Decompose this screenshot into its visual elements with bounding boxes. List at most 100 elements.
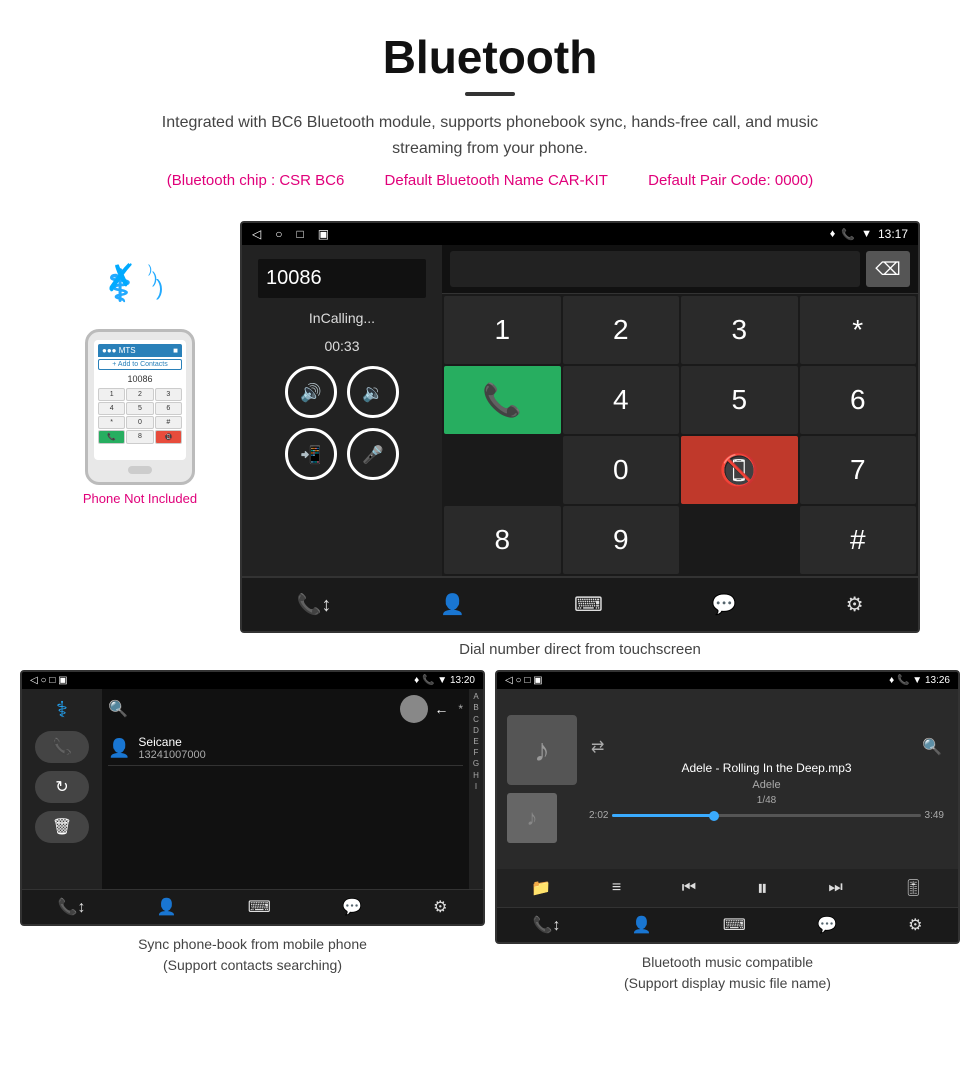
phone-not-included-label: Phone Not Included [83, 491, 197, 506]
music-screen: ◁ ○ □ ▣ ♦ 📞 ▼ 13:26 ♪ ♪ [495, 670, 960, 944]
music-folder-icon[interactable]: 📁 [531, 878, 551, 898]
pb-delete-icon-bg[interactable]: 🗑 [35, 811, 89, 843]
volume-up-button[interactable]: 🔊 [285, 366, 337, 418]
pb-alpha-g[interactable]: G [473, 758, 479, 769]
kp-key-hash[interactable]: # [800, 506, 917, 574]
spec-chip: (Bluetooth chip : CSR BC6 [167, 172, 345, 189]
kp-key-1[interactable]: 1 [444, 296, 561, 364]
music-equalizer-icon[interactable]: 🎚 [903, 878, 923, 898]
music-nav-screen: ▣ [533, 675, 542, 686]
pb-sync-icon-bg[interactable]: ↻ [35, 771, 89, 803]
pb-back-button[interactable]: ← [434, 701, 448, 717]
nav-contacts-button[interactable]: 👤 [428, 586, 477, 623]
pb-main: ⚕ 📞 ↻ 🗑 🔍 ← * 👤 [22, 689, 483, 889]
pb-call-icon-bg[interactable]: 📞 [35, 731, 89, 763]
phone-number: 10086 [98, 372, 182, 386]
pb-alpha-e[interactable]: E [473, 736, 478, 747]
car-status-left: ◁ ○ □ ▣ [252, 227, 329, 241]
pb-location-icon: ♦ 📞 ▼ [414, 675, 450, 686]
music-search-icon[interactable]: 🔍 [922, 737, 942, 757]
pb-alpha-f[interactable]: F [474, 747, 479, 758]
title-divider [465, 92, 515, 96]
pb-nav-home: ○ [40, 675, 46, 686]
clock-display: 13:17 [878, 227, 908, 241]
pb-contact-item[interactable]: 👤 Seicane 13241007000 [108, 731, 463, 766]
pb-alpha-h[interactable]: H [473, 770, 479, 781]
kp-key-5[interactable]: 5 [681, 366, 798, 434]
svg-text:): ) [156, 275, 163, 300]
dial-caption: Dial number direct from touchscreen [240, 641, 920, 658]
music-nav-message-icon[interactable]: 💬 [809, 913, 845, 937]
pb-nav-settings-icon[interactable]: ⚙ [425, 895, 455, 919]
phone-key-8: 8 [126, 430, 153, 444]
header-description: Integrated with BC6 Bluetooth module, su… [140, 110, 840, 161]
phone-screen-top-bar: ●●● MTS ■ [98, 344, 182, 357]
nav-calls-button[interactable]: 📞↕ [284, 586, 343, 623]
pb-alpha-b[interactable]: B [473, 702, 478, 713]
music-next-button[interactable]: ⏭ [828, 879, 842, 897]
music-nav-dialpad-icon[interactable]: ⌨ [715, 913, 754, 937]
pb-alpha-d[interactable]: D [473, 725, 479, 736]
nav-dialpad-button[interactable]: ⌨ [562, 586, 615, 623]
keypad-grid: 1 2 3 * 📞 4 5 6 0 📵 7 [442, 294, 918, 576]
music-note-icon-sm: ♪ [527, 805, 538, 831]
dial-number-display: 10086 [258, 259, 426, 298]
bluetooth-icon-wrap: ✗ ⚕ ) ) ) [100, 251, 180, 321]
music-status-bar: ◁ ○ □ ▣ ♦ 📞 ▼ 13:26 [497, 672, 958, 689]
keypad-display [450, 251, 860, 287]
pb-nav-contacts-icon[interactable]: 👤 [149, 895, 185, 919]
pb-alpha-i[interactable]: I [475, 781, 477, 792]
music-signal-icons: ♦ 📞 ▼ [889, 675, 925, 686]
pb-alpha-c[interactable]: C [473, 714, 479, 725]
phone-key-end: 📵 [155, 430, 182, 444]
music-nav-settings-icon[interactable]: ⚙ [900, 913, 930, 937]
music-bottom-nav: 📞↕ 👤 ⌨ 💬 ⚙ [497, 907, 958, 942]
phone-key-4: 4 [98, 402, 125, 415]
pb-bluetooth-icon: ⚕ [56, 697, 68, 723]
kp-key-8[interactable]: 8 [444, 506, 561, 574]
music-nav-calls-icon[interactable]: 📞↕ [525, 913, 569, 937]
music-artist-name: Adele [585, 779, 948, 791]
kp-key-2[interactable]: 2 [563, 296, 680, 364]
page-header: Bluetooth Integrated with BC6 Bluetooth … [0, 0, 980, 211]
nav-recents-icon: □ [296, 227, 303, 241]
bluetooth-icon: ✗ [105, 256, 137, 301]
kp-key-7[interactable]: 7 [800, 436, 917, 504]
phone-left-panel: ✗ ⚕ ) ) ) ●●● MTS ■ + Add to Contacts 10… [60, 221, 220, 506]
kp-key-6[interactable]: 6 [800, 366, 917, 434]
music-time-current: 2:02 [589, 810, 608, 821]
music-shuffle-icon[interactable]: ⇄ [591, 737, 604, 757]
nav-messages-button[interactable]: 💬 [700, 586, 749, 623]
phonebook-caption-line2: (Support contacts searching) [138, 955, 367, 976]
pb-star-label: * [458, 702, 463, 716]
music-list-icon[interactable]: ≡ [612, 879, 621, 897]
pb-content: 🔍 ← * 👤 Seicane 13241007000 [102, 689, 469, 889]
mute-button[interactable]: 🎤 [347, 428, 399, 480]
keypad-right: ⌫ 1 2 3 * 📞 4 5 6 0 [442, 245, 918, 576]
pb-contact-name: Seicane [138, 735, 205, 749]
pb-nav-calls-icon[interactable]: 📞↕ [50, 895, 94, 919]
nav-settings-button[interactable]: ⚙ [834, 586, 876, 623]
music-nav-contacts-icon[interactable]: 👤 [624, 913, 660, 937]
transfer-button[interactable]: 📲 [285, 428, 337, 480]
music-time: 13:26 [925, 675, 950, 686]
kp-key-0[interactable]: 0 [563, 436, 680, 504]
keypad-backspace-button[interactable]: ⌫ [866, 251, 910, 287]
kp-key-9[interactable]: 9 [563, 506, 680, 574]
kp-hangup-button[interactable]: 📵 [681, 436, 798, 504]
pb-alpha-a[interactable]: A [473, 691, 478, 702]
pb-nav-message-icon[interactable]: 💬 [334, 895, 370, 919]
volume-down-button[interactable]: 🔉 [347, 366, 399, 418]
music-play-pause-button[interactable]: ⏸ [757, 875, 768, 901]
music-prev-button[interactable]: ⏮ [682, 879, 696, 897]
kp-key-3[interactable]: 3 [681, 296, 798, 364]
music-progress-track[interactable] [612, 814, 920, 817]
calling-time: 00:33 [258, 338, 426, 354]
kp-key-star[interactable]: * [800, 296, 917, 364]
kp-call-button[interactable]: 📞 [444, 366, 561, 434]
location-icon: ♦ [830, 228, 836, 240]
music-caption-line2: (Support display music file name) [624, 973, 831, 994]
pb-nav-dialpad-icon[interactable]: ⌨ [240, 895, 279, 919]
phone-key-6: 6 [155, 402, 182, 415]
kp-key-4[interactable]: 4 [563, 366, 680, 434]
